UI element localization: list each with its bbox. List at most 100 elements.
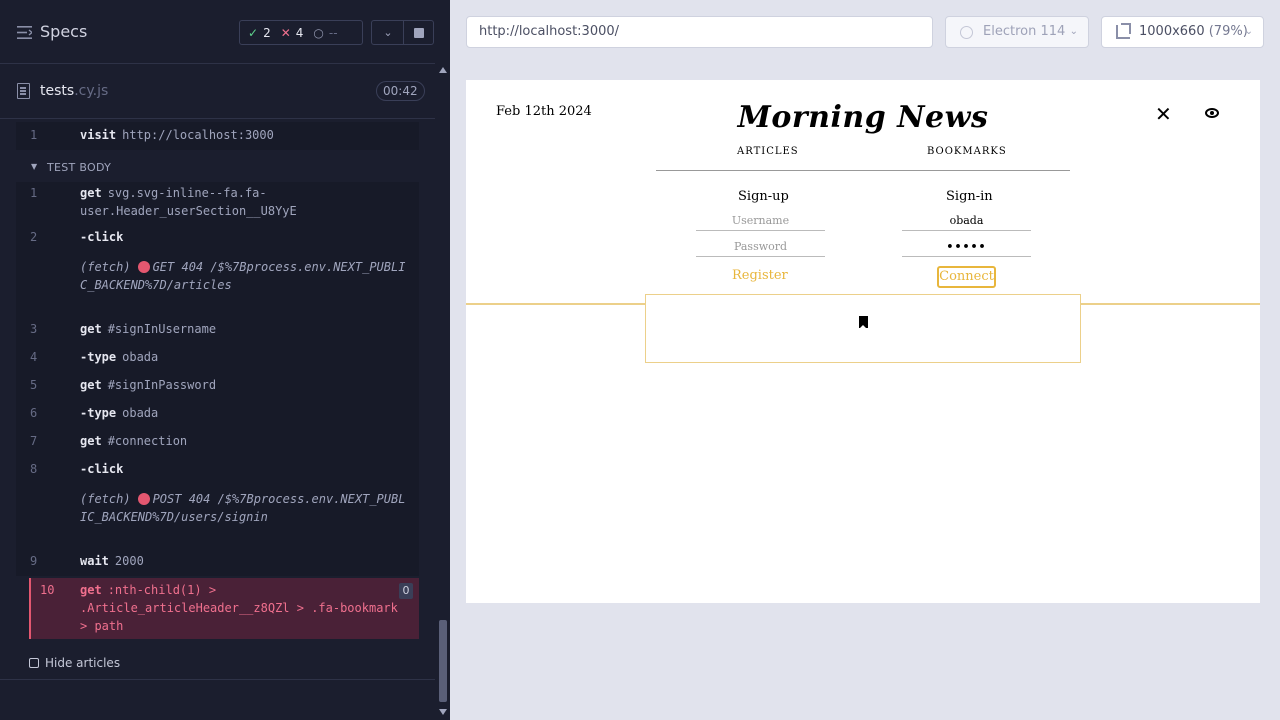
pending-circle-icon: ○ xyxy=(313,25,324,40)
command-name: get xyxy=(80,434,102,448)
command-row[interactable]: 9 wait 2000 xyxy=(16,552,419,570)
app-preview: Feb 12th 2024 Morning News ✕ ARTICLES BO… xyxy=(466,80,1260,603)
command-name: get xyxy=(80,378,102,392)
passed-count: 2 xyxy=(263,25,271,40)
spec-file-row[interactable]: tests.cy.js 00:42 xyxy=(0,65,435,119)
passed-stat: ✓ 2 xyxy=(248,26,271,40)
reporter-scrollbar[interactable] xyxy=(436,64,450,720)
viewport-label: 1000x660 (79%) xyxy=(1139,17,1248,47)
command-row[interactable]: 1 visit http://localhost:3000 xyxy=(16,122,419,150)
command-name: get xyxy=(80,186,102,200)
signin-username-input[interactable]: obada xyxy=(902,213,1031,231)
command-number: 3 xyxy=(30,322,38,336)
command-arg: 2000 xyxy=(114,554,144,568)
scroll-thumb[interactable] xyxy=(439,620,447,702)
command-row[interactable]: 8 -click xyxy=(16,460,419,478)
command-row[interactable]: 2 -click xyxy=(16,228,419,246)
command-name: wait xyxy=(80,554,109,568)
browser-label: Electron 114 xyxy=(983,24,1066,39)
check-icon: ✓ xyxy=(248,25,259,40)
command-arg: http://localhost:3000 xyxy=(122,128,274,142)
viewport-size: 1000x660 xyxy=(1139,24,1205,39)
connect-button[interactable]: Connect xyxy=(937,266,996,288)
nav-articles-link[interactable]: ARTICLES xyxy=(737,146,799,157)
command-arg: obada xyxy=(122,406,159,420)
command-number: 5 xyxy=(30,378,38,392)
fetch-label: (fetch) xyxy=(80,492,131,506)
file-extension: .cy.js xyxy=(74,83,109,99)
chevron-down-icon[interactable]: ⌄ xyxy=(380,26,396,40)
command-row[interactable]: 1 get svg.svg-inline--fa.fa-user.Header_u… xyxy=(16,184,419,220)
hide-articles-label: Hide articles xyxy=(45,656,121,670)
stop-button[interactable] xyxy=(414,28,424,38)
command-number: 7 xyxy=(30,434,38,448)
hide-articles-checkbox[interactable] xyxy=(29,658,39,668)
chevron-down-icon: ⌄ xyxy=(1069,26,1078,37)
hide-articles-toggle[interactable]: Hide articles xyxy=(29,656,120,670)
close-icon[interactable]: ✕ xyxy=(1155,104,1172,124)
command-row[interactable]: 4 -type obada xyxy=(16,348,419,366)
browser-selector[interactable]: Electron 114 ⌄ xyxy=(945,16,1089,48)
test-body-label: TEST BODY xyxy=(47,161,112,174)
command-row[interactable]: 6 -type obada xyxy=(16,404,419,422)
scroll-up-arrow-icon[interactable] xyxy=(439,67,447,73)
chevron-down-icon: ⌄ xyxy=(1244,26,1253,37)
command-row[interactable]: 5 get #signInPassword xyxy=(16,376,419,394)
command-row[interactable]: 3 get #signInUsername xyxy=(16,320,419,338)
signup-username-input[interactable]: Username xyxy=(696,213,825,231)
command-number: 8 xyxy=(30,462,38,476)
signup-title: Sign-up xyxy=(738,189,789,204)
bookmarks-card xyxy=(645,294,1081,363)
nav-bookmarks-link[interactable]: BOOKMARKS xyxy=(927,146,1007,157)
signup-password-input[interactable]: Password xyxy=(696,239,825,257)
command-name: get xyxy=(80,322,102,336)
command-name: get xyxy=(80,583,102,597)
command-name: visit xyxy=(80,128,117,142)
fetch-method: GET 404 xyxy=(152,260,204,274)
command-number: 1 xyxy=(30,186,38,200)
eye-icon[interactable] xyxy=(1205,108,1219,118)
controls-divider xyxy=(403,21,404,44)
x-icon: ✕ xyxy=(280,25,291,40)
register-button[interactable]: Register xyxy=(732,268,788,283)
ruler-icon xyxy=(1116,23,1131,39)
file-basename: tests xyxy=(40,83,75,99)
error-dot-icon xyxy=(137,493,150,505)
duration-badge: 00:42 xyxy=(376,81,425,101)
command-name: -click xyxy=(80,462,124,476)
stats-box: ✓ 2 ✕ 4 ○ -- xyxy=(239,20,363,45)
menu-icon[interactable] xyxy=(17,26,32,39)
command-name: -click xyxy=(80,230,124,244)
command-number: 4 xyxy=(30,350,38,364)
reporter-panel: Specs ✓ 2 ✕ 4 ○ -- ⌄ tests.cy.js 00:42 1… xyxy=(0,0,450,720)
command-arg: :nth-child(1) > .Article_articleHeader__… xyxy=(80,583,398,633)
failed-command-row[interactable]: 10 get:nth-child(1) > .Article_articleHe… xyxy=(29,578,419,639)
error-dot-icon xyxy=(137,261,150,273)
command-number: 1 xyxy=(30,128,38,142)
spec-file-name: tests.cy.js xyxy=(40,83,108,99)
signin-password-input[interactable]: ••••• xyxy=(902,239,1031,257)
failed-count: 4 xyxy=(295,25,304,40)
command-name: -type xyxy=(80,350,117,364)
command-arg: svg.svg-inline--fa.fa-user.Header_userSe… xyxy=(80,186,297,218)
zoom-level: (79%) xyxy=(1208,24,1248,39)
fetch-log-row[interactable]: (fetch) POST 404 /$%7Bprocess.env.NEXT_PU… xyxy=(16,490,419,526)
specs-header: Specs ✓ 2 ✕ 4 ○ -- ⌄ xyxy=(0,0,435,64)
command-arg: #connection xyxy=(107,434,188,448)
command-arg: obada xyxy=(122,350,159,364)
site-logo[interactable]: Morning News xyxy=(466,100,1260,135)
electron-icon xyxy=(960,26,973,39)
signin-title: Sign-in xyxy=(946,189,993,204)
viewport-selector[interactable]: 1000x660 (79%) ⌄ xyxy=(1101,16,1264,48)
specs-title[interactable]: Specs xyxy=(40,22,87,41)
visit-command-area: 1 visit http://localhost:3000 xyxy=(16,122,419,150)
command-number: 6 xyxy=(30,406,38,420)
scroll-down-arrow-icon[interactable] xyxy=(439,709,447,715)
test-body-header[interactable]: ▼ TEST BODY xyxy=(16,156,419,180)
pending-stat: ○ -- xyxy=(313,26,337,40)
fetch-log-row[interactable]: (fetch) GET 404 /$%7Bprocess.env.NEXT_PUB… xyxy=(16,258,419,294)
command-name: -type xyxy=(80,406,117,420)
bookmark-icon[interactable] xyxy=(859,316,868,329)
command-row[interactable]: 7 get #connection xyxy=(16,432,419,450)
url-bar[interactable]: http://localhost:3000/ xyxy=(466,16,933,48)
